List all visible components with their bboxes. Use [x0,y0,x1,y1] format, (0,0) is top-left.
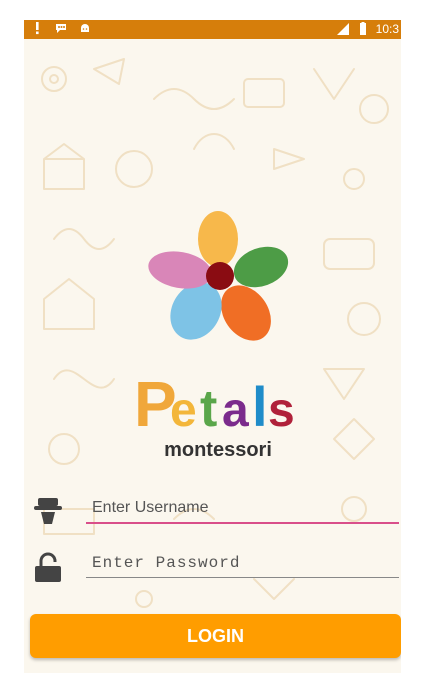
flower-center [206,262,234,290]
tagline: montessori [164,439,272,461]
wordmark-letter-a: a [222,384,249,437]
android-icon [81,24,89,32]
lock-icon [35,552,61,582]
alert-icon [36,22,39,35]
wordmark-letter-l: l [252,375,268,438]
petal-yellow [198,211,238,267]
battery-icon [359,22,366,35]
password-field[interactable] [86,548,399,578]
user-icon [34,498,62,524]
username-field[interactable] [86,494,399,524]
login-button[interactable]: LOGIN [30,614,401,658]
wordmark-letter-e: e [170,384,197,437]
login-screen: 10:3 P e t a l s montessori Enter Userna… [24,20,401,673]
wordmark: P e t a l s [134,368,294,440]
signal-icon [336,23,349,35]
status-bar: 10:3 [24,20,401,39]
username-row [24,490,401,530]
wordmark-letter-t: t [200,380,217,438]
chat-icon [56,24,66,33]
petals-logo: P e t a l s montessori [134,211,294,461]
password-row [24,548,401,588]
flower-icon [148,211,289,341]
wordmark-letter-s: s [268,384,294,437]
status-time: 10:3 [375,22,399,36]
